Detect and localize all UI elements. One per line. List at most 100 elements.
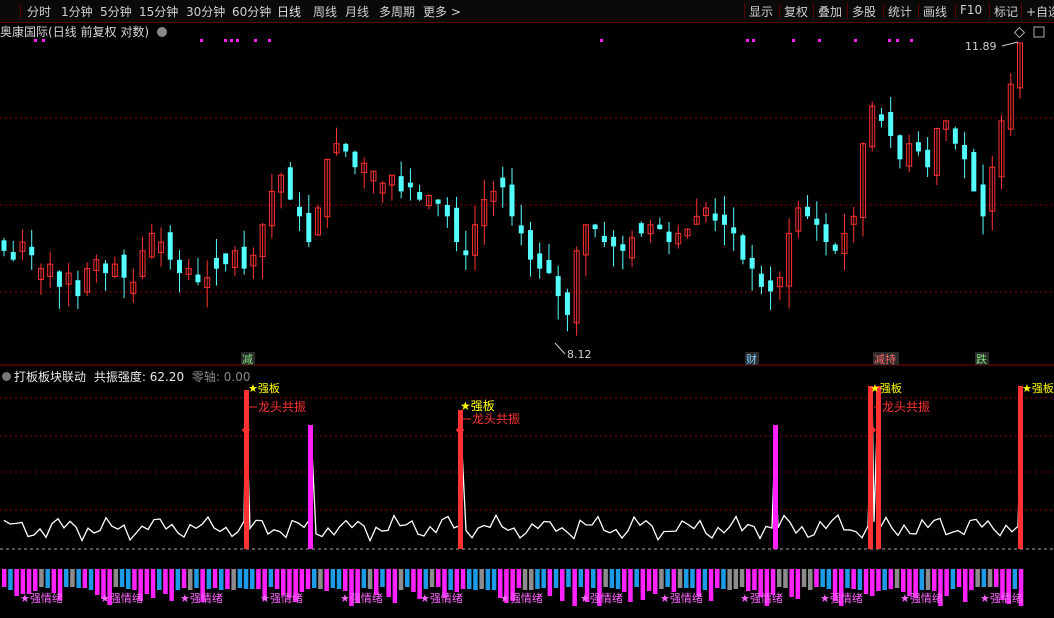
candle-body-down (555, 276, 561, 297)
tool-button-6[interactable]: F10 (960, 3, 982, 17)
signal-bar-magenta (773, 425, 778, 549)
signal-bar-red (1018, 386, 1023, 549)
candle-body-down (176, 259, 182, 274)
period-tab-0[interactable]: 分时 (27, 3, 51, 20)
histogram-bar (163, 569, 168, 594)
tool-button-1[interactable]: 复权 (784, 3, 808, 20)
period-tab-8[interactable]: 月线 (345, 3, 369, 20)
histogram-bar (653, 569, 658, 594)
top-marker (910, 39, 913, 42)
histogram-bar (560, 569, 565, 601)
period-tab-1[interactable]: 1分钟 (61, 3, 93, 20)
price-high-pointer (1001, 41, 1019, 47)
histogram-bar (708, 569, 714, 601)
tool-button-8[interactable]: +自选 (1026, 3, 1054, 20)
histogram-bar (88, 569, 94, 590)
histogram-bar (119, 569, 125, 587)
period-tab-6[interactable]: 日线 (277, 3, 301, 20)
candle-body-down (509, 184, 515, 217)
period-tab-9[interactable]: 多周期 (379, 3, 415, 20)
period-tab-10[interactable]: 更多 > (423, 3, 461, 20)
histogram-bar (70, 569, 75, 587)
histogram-bar (76, 569, 81, 588)
candle-body-down (731, 227, 737, 234)
period-tab-2[interactable]: 5分钟 (100, 3, 132, 20)
histogram-bar (33, 569, 38, 591)
histogram-bar (969, 569, 974, 590)
histogram-bar (1018, 569, 1024, 606)
tool-button-2[interactable]: 叠加 (818, 3, 842, 20)
zero-value: 0.00 (223, 370, 251, 384)
histogram-bar (832, 569, 838, 601)
period-tab-3[interactable]: 15分钟 (139, 3, 178, 20)
signal-bar-magenta (308, 425, 313, 549)
histogram-bar (169, 569, 174, 601)
period-tab-7[interactable]: 周线 (313, 3, 337, 20)
candle-body-up (647, 224, 654, 235)
histogram-bar (231, 569, 236, 590)
tool-button-4[interactable]: 统计 (888, 3, 912, 20)
histogram-bar (51, 569, 57, 593)
indicator-toggle-icon[interactable] (2, 372, 11, 381)
histogram-bar (702, 569, 708, 590)
histogram-bar (981, 569, 987, 587)
candle-body-down (823, 224, 829, 243)
bottom-emotion-label: ★强情绪 (420, 591, 463, 605)
histogram-bar (535, 569, 540, 589)
histogram-bar (777, 569, 782, 587)
histogram-bar (20, 569, 26, 594)
candle-body-up (250, 254, 257, 267)
top-marker (254, 39, 257, 42)
candle-body-down (195, 274, 201, 283)
histogram-bar (330, 569, 336, 588)
signal-marker (455, 425, 465, 435)
period-tab-5[interactable]: 60分钟 (232, 3, 271, 20)
candle-body-down (897, 135, 903, 160)
candle-body-up (185, 268, 192, 275)
top-marker (888, 39, 891, 42)
histogram-bar (721, 569, 726, 589)
histogram-bar (479, 569, 484, 589)
histogram-bar (684, 569, 689, 588)
histogram-bar (485, 569, 491, 590)
candle-body-up (1017, 42, 1023, 89)
histogram-bar (857, 569, 863, 590)
histogram-bar (423, 569, 429, 589)
histogram-bar (789, 569, 794, 597)
candle-body-up (425, 195, 432, 206)
tool-button-0[interactable]: 显示 (749, 3, 773, 20)
histogram-bar (901, 569, 906, 592)
top-marker (818, 39, 821, 42)
histogram-bar (572, 569, 577, 606)
bottom-emotion-label: ★强情绪 (660, 591, 703, 605)
histogram-bar (293, 569, 298, 602)
event-tag-0: 减 (242, 353, 253, 366)
top-marker (224, 39, 227, 42)
tool-button-5[interactable]: 画线 (923, 3, 947, 20)
toolbar-divider (1021, 3, 1022, 19)
tool-button-7[interactable]: 标记 (994, 3, 1018, 20)
candle-body-down (223, 253, 229, 265)
tool-button-3[interactable]: 多股 (852, 3, 876, 20)
histogram-bar (987, 569, 993, 587)
bottom-emotion-label: ★强情绪 (500, 591, 543, 605)
toolbar-divider (813, 3, 814, 19)
candle-body-down (241, 246, 247, 269)
top-marker (230, 39, 233, 42)
histogram-bar (919, 569, 925, 590)
candle-body-down (721, 214, 727, 225)
candle-body-up (684, 228, 691, 237)
param-value: 62.20 (149, 370, 185, 384)
candle-body-up (47, 263, 54, 277)
histogram-bar (200, 569, 205, 602)
event-tag-3: 跌 (976, 352, 987, 366)
histogram-bar (113, 569, 119, 587)
histogram-bar (516, 569, 522, 588)
candle-body-up (139, 250, 146, 277)
candle-body-down (657, 224, 663, 230)
strong-board-label-2: ★强板 (460, 399, 495, 413)
period-tab-4[interactable]: 30分钟 (186, 3, 225, 20)
settings-icon[interactable] (156, 26, 167, 37)
candle-body-up (943, 120, 950, 130)
candle-body-up (795, 207, 802, 232)
